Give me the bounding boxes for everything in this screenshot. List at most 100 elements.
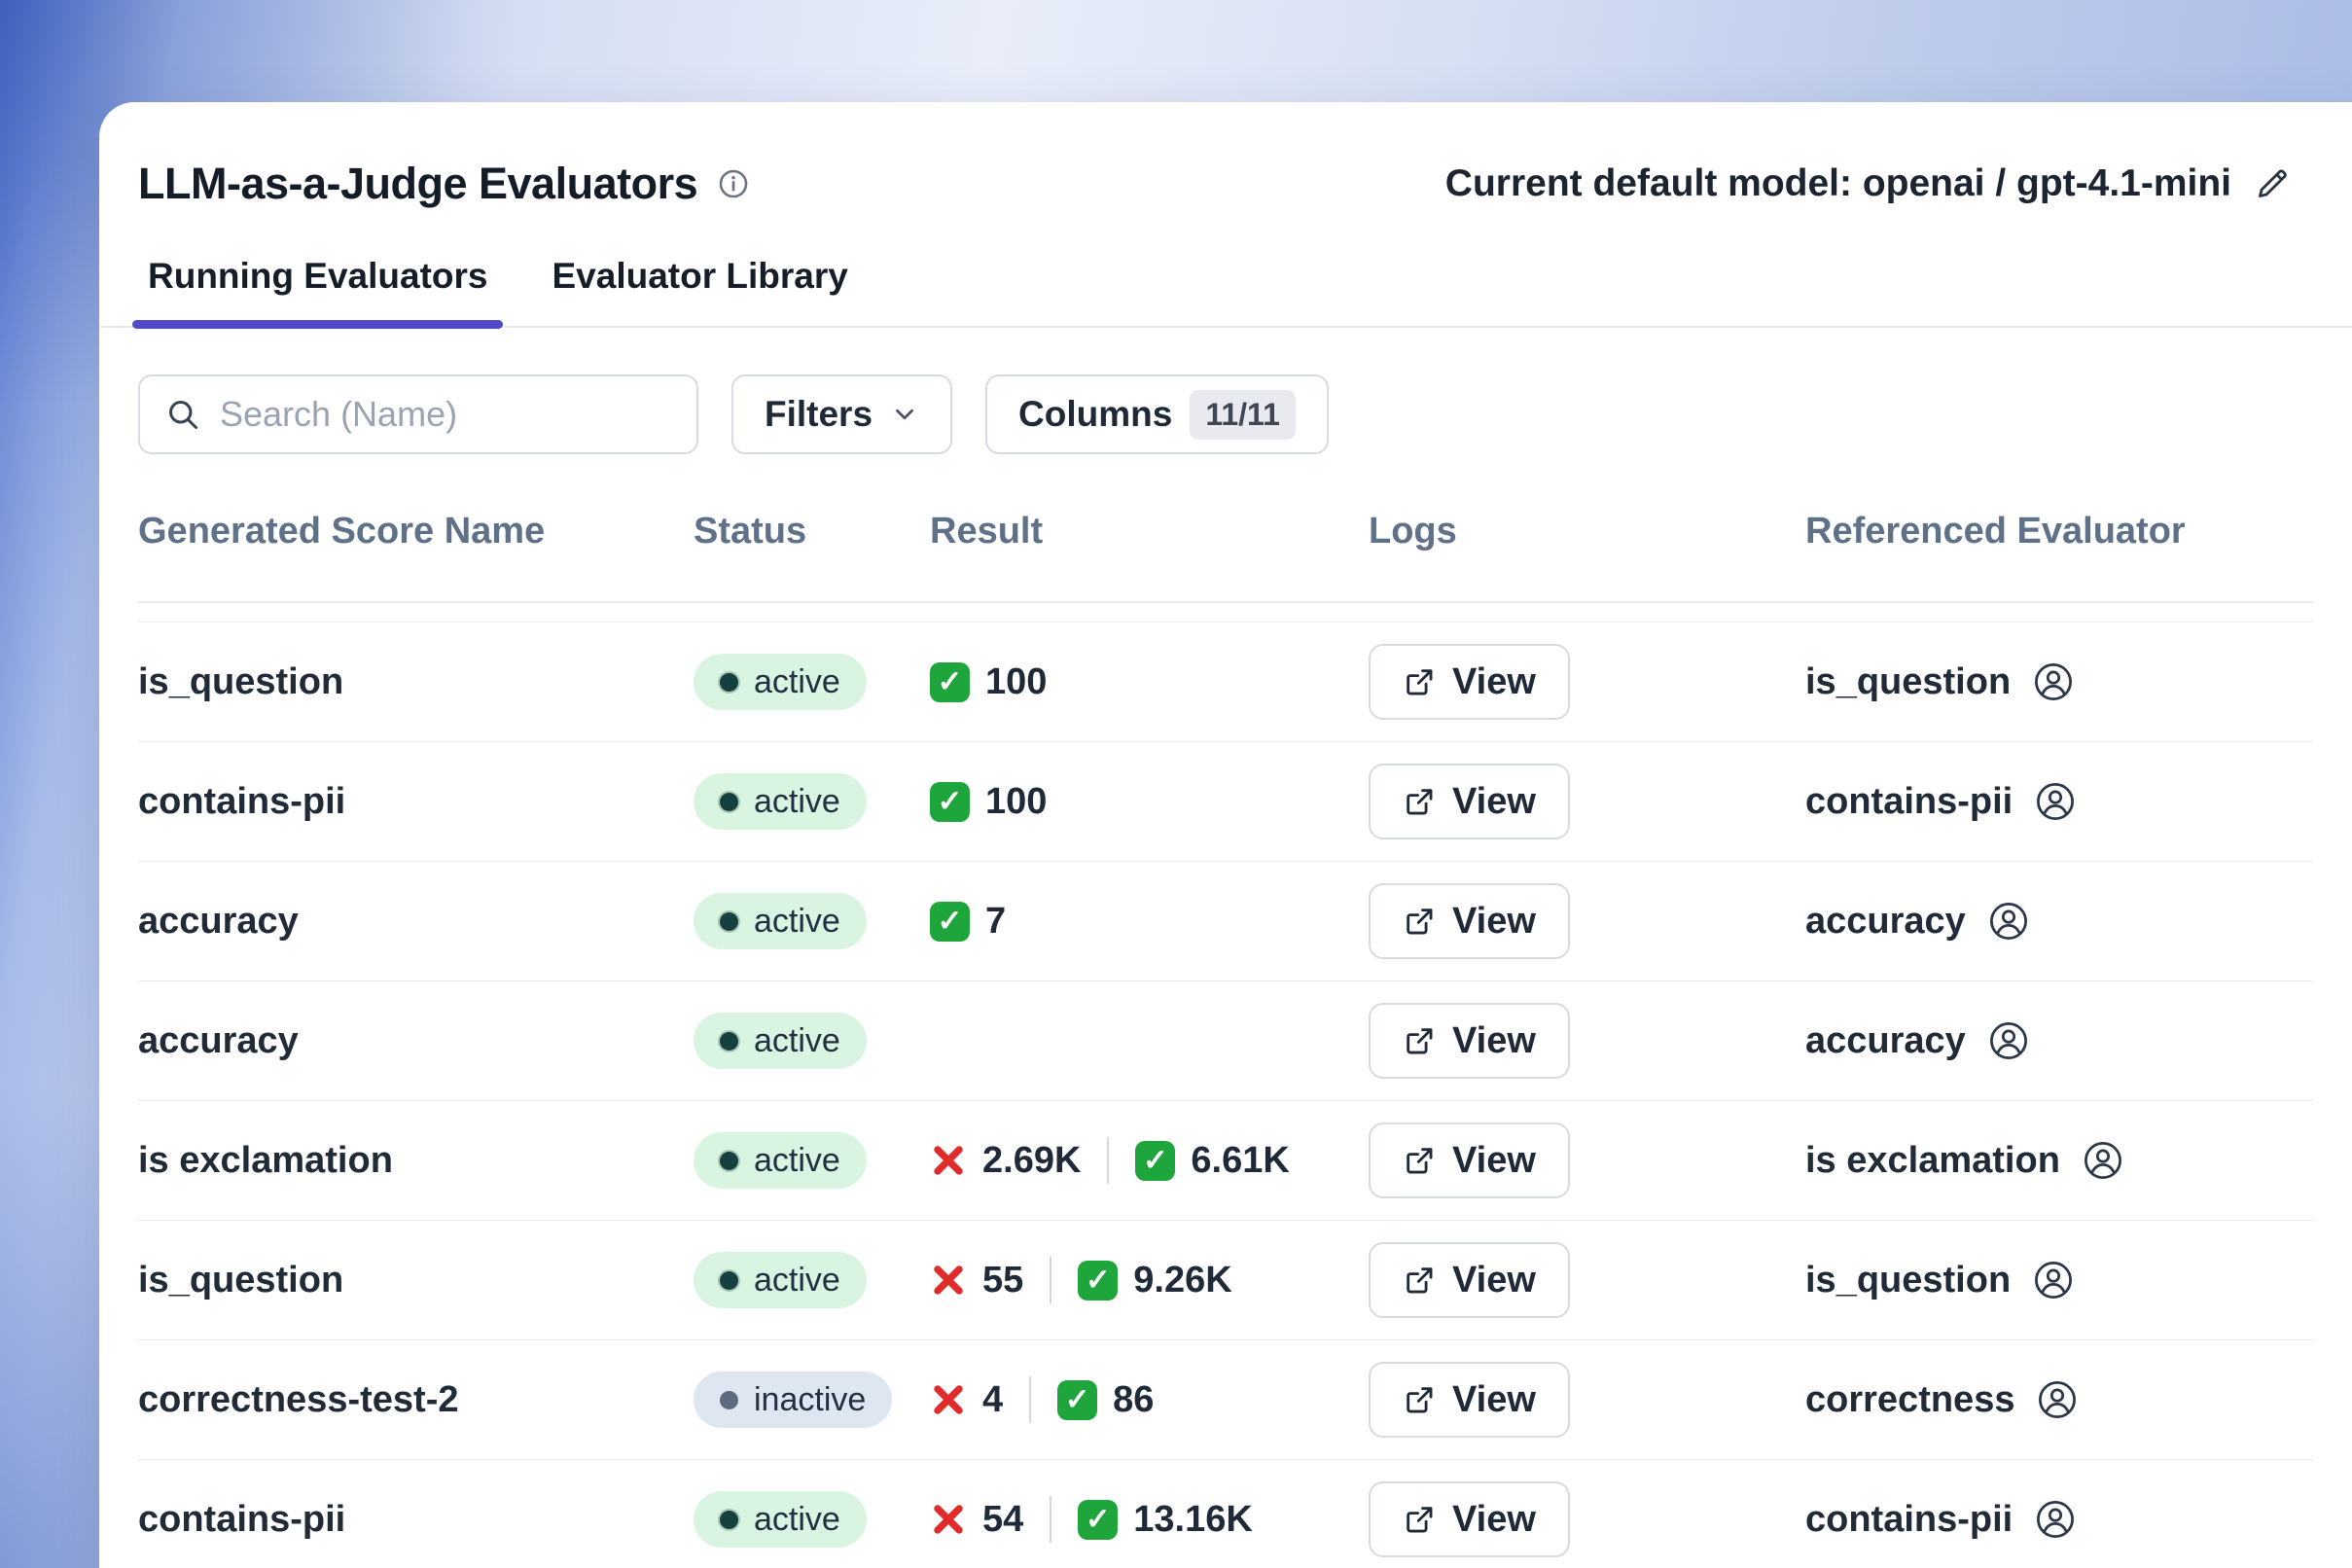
header-logs: Logs xyxy=(1369,511,1805,552)
user-icon xyxy=(2032,660,2075,703)
referenced-evaluator-name: contains-pii xyxy=(1805,781,2013,823)
columns-button[interactable]: Columns 11/11 xyxy=(985,374,1329,454)
pass-value: 6.61K xyxy=(1191,1140,1289,1182)
view-logs-button[interactable]: View xyxy=(1369,1003,1570,1079)
score-name-cell: accuracy xyxy=(138,901,694,943)
status-cell: inactive xyxy=(694,1372,930,1428)
view-label: View xyxy=(1452,1020,1536,1062)
referenced-evaluator-name: is exclamation xyxy=(1805,1140,2060,1182)
view-label: View xyxy=(1452,781,1536,823)
status-label: active xyxy=(754,1142,840,1180)
tab-evaluator-library[interactable]: Evaluator Library xyxy=(544,256,855,326)
fail-value: 54 xyxy=(982,1499,1023,1541)
status-dot-icon xyxy=(720,1391,738,1409)
fail-x-icon xyxy=(930,1501,967,1538)
status-badge: active xyxy=(694,1491,867,1548)
search-input[interactable] xyxy=(220,394,671,435)
table-row: is_question active 55✓9.26K View is_ques… xyxy=(138,1221,2313,1340)
referenced-evaluator-cell: is_question xyxy=(1805,660,2313,703)
view-logs-button[interactable]: View xyxy=(1369,1362,1570,1438)
logs-cell: View xyxy=(1369,883,1805,959)
result-cell: ✓100 xyxy=(930,661,1369,703)
score-name-cell: accuracy xyxy=(138,1020,694,1062)
referenced-evaluator-name: is_question xyxy=(1805,661,2011,703)
view-logs-button[interactable]: View xyxy=(1369,764,1570,839)
pass-check-icon: ✓ xyxy=(1078,1500,1118,1540)
status-badge: active xyxy=(694,893,867,949)
pass-check-icon: ✓ xyxy=(1057,1380,1097,1420)
status-cell: active xyxy=(694,654,930,710)
result-divider xyxy=(1050,1257,1051,1303)
score-name: accuracy xyxy=(138,1020,299,1061)
view-logs-button[interactable]: View xyxy=(1369,1123,1570,1198)
edit-pencil-icon[interactable] xyxy=(2253,164,2292,203)
score-name: contains-pii xyxy=(138,1499,345,1540)
pass-count: ✓100 xyxy=(930,661,1047,703)
logs-cell: View xyxy=(1369,1242,1805,1318)
status-cell: active xyxy=(694,1252,930,1308)
pass-count: ✓7 xyxy=(930,901,1006,943)
pass-value: 9.26K xyxy=(1133,1260,1231,1301)
evaluators-panel: LLM-as-a-Judge Evaluators Current defaul… xyxy=(99,102,2352,1568)
status-dot-icon xyxy=(720,793,738,811)
view-label: View xyxy=(1452,661,1536,703)
pass-count: ✓100 xyxy=(930,781,1047,823)
referenced-evaluator-cell: accuracy xyxy=(1805,1019,2313,1062)
status-label: active xyxy=(754,1022,840,1060)
logs-cell: View xyxy=(1369,1003,1805,1079)
header-status: Status xyxy=(694,511,930,552)
fail-count: 55 xyxy=(930,1260,1023,1301)
result-cell: 54 ✓ 13.16K xyxy=(930,1496,1369,1543)
fail-value: 2.69K xyxy=(982,1140,1081,1182)
filters-button[interactable]: Filters xyxy=(731,374,952,454)
score-name-cell: is_question xyxy=(138,1260,694,1301)
info-icon[interactable] xyxy=(717,167,750,200)
status-dot-icon xyxy=(720,1032,738,1051)
status-badge: active xyxy=(694,1013,867,1069)
result-cell: ✓100 xyxy=(930,781,1369,823)
status-badge: inactive xyxy=(694,1372,892,1428)
table-row: accuracy active View accuracy xyxy=(138,981,2313,1101)
referenced-evaluator-name: accuracy xyxy=(1805,1020,1966,1062)
user-icon xyxy=(1987,900,2030,943)
filters-label: Filters xyxy=(765,394,873,435)
pass-count: ✓86 xyxy=(1057,1379,1154,1421)
pass-count: ✓ 13.16K xyxy=(1078,1499,1253,1541)
pass-value: 13.16K xyxy=(1133,1499,1253,1541)
tab-bar: Running Evaluators Evaluator Library xyxy=(99,256,2352,328)
partially-scrolled-row xyxy=(138,603,2313,623)
score-name: correctness-test-2 xyxy=(138,1379,458,1420)
status-label: active xyxy=(754,783,840,821)
pass-check-icon: ✓ xyxy=(1135,1141,1175,1181)
status-cell: active xyxy=(694,893,930,949)
tab-running-evaluators[interactable]: Running Evaluators xyxy=(140,256,495,326)
referenced-evaluator-name: accuracy xyxy=(1805,901,1966,943)
view-logs-button[interactable]: View xyxy=(1369,883,1570,959)
view-logs-button[interactable]: View xyxy=(1369,1481,1570,1557)
pass-check-icon: ✓ xyxy=(1078,1261,1118,1301)
view-label: View xyxy=(1452,1260,1536,1301)
status-dot-icon xyxy=(720,1511,738,1529)
user-icon xyxy=(2032,1259,2075,1301)
result-cell: 55 ✓ 9.26K xyxy=(930,1257,1369,1303)
external-link-icon xyxy=(1403,1383,1436,1416)
pass-value: 100 xyxy=(985,661,1047,703)
external-link-icon xyxy=(1403,665,1436,698)
view-logs-button[interactable]: View xyxy=(1369,1242,1570,1318)
fail-x-icon xyxy=(930,1262,967,1299)
view-logs-button[interactable]: View xyxy=(1369,644,1570,720)
user-icon xyxy=(2082,1139,2124,1182)
score-name: contains-pii xyxy=(138,781,345,822)
user-icon xyxy=(2034,1498,2077,1541)
status-badge: active xyxy=(694,654,867,710)
status-dot-icon xyxy=(720,673,738,692)
pass-count: ✓ 9.26K xyxy=(1078,1260,1231,1301)
status-cell: active xyxy=(694,1013,930,1069)
status-cell: active xyxy=(694,773,930,830)
logs-cell: View xyxy=(1369,644,1805,720)
referenced-evaluator-cell: contains-pii xyxy=(1805,780,2313,823)
logs-cell: View xyxy=(1369,764,1805,839)
table-controls: Filters Columns 11/11 xyxy=(138,374,2313,454)
search-box[interactable] xyxy=(138,374,698,454)
logs-cell: View xyxy=(1369,1362,1805,1438)
